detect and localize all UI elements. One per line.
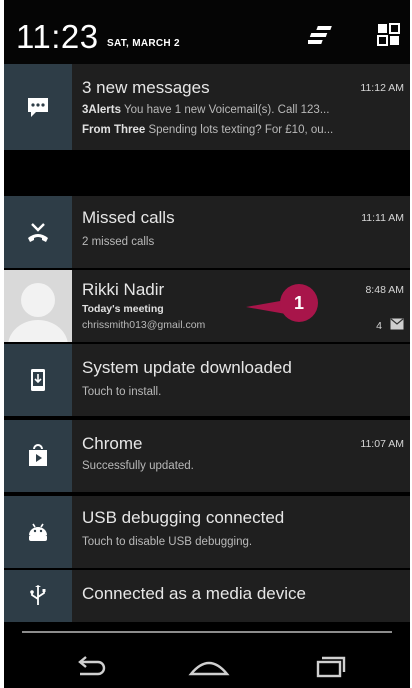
icon-panel <box>4 496 72 568</box>
notification-title: Missed calls <box>82 208 175 227</box>
notification-time: 11:07 AM <box>360 438 404 450</box>
message-text: You have 1 new Voicemail(s). Call 123... <box>124 104 330 116</box>
notification-time: 11:12 AM <box>360 82 404 94</box>
notification-title: Chrome <box>82 434 143 453</box>
back-button[interactable] <box>68 652 114 682</box>
email-account: chrissmith013@gmail.com <box>82 319 206 331</box>
mail-icon <box>390 318 404 330</box>
message-text: Spending lots texting? For £10, ou... <box>148 124 334 136</box>
clock: 11:23 <box>16 18 99 55</box>
status-bar: 11:23 SAT, MARCH 2 <box>4 0 410 64</box>
system-update-icon <box>31 369 45 391</box>
notification-subtitle: 2 missed calls <box>82 236 155 248</box>
quick-settings-icon <box>377 23 400 46</box>
message-sender: From Three <box>82 124 146 136</box>
chat-icon <box>28 98 48 117</box>
person-avatar-icon <box>4 270 72 342</box>
message-line: 3Alerts You have 1 new Voicemail(s). Cal… <box>82 104 404 116</box>
notification-time: 8:48 AM <box>365 284 404 296</box>
callout-badge: 1 <box>280 284 318 322</box>
icon-panel <box>4 570 72 622</box>
home-button[interactable] <box>186 652 232 682</box>
icon-panel <box>4 196 72 268</box>
notification-time: 11:11 AM <box>361 212 404 224</box>
notification-media-device[interactable]: Connected as a media device <box>4 570 410 622</box>
home-icon <box>188 661 230 676</box>
notification-title: USB debugging connected <box>82 508 285 527</box>
play-store-icon <box>29 444 47 466</box>
navigation-bar <box>4 646 410 688</box>
date: SAT, MARCH 2 <box>107 38 180 49</box>
usb-icon <box>30 585 46 605</box>
notification-usb-debugging[interactable]: USB debugging connected Touch to disable… <box>4 496 410 568</box>
icon-panel <box>4 420 72 492</box>
notification-chrome[interactable]: Chrome 11:07 AM Successfully updated. <box>4 420 410 492</box>
clear-all-button[interactable] <box>303 20 338 50</box>
notification-subtitle: Touch to disable USB debugging. <box>82 536 253 548</box>
recent-apps-button[interactable] <box>306 652 352 682</box>
notification-title: System update downloaded <box>82 358 292 377</box>
back-icon <box>78 656 106 676</box>
notification-title: Rikki Nadir <box>82 280 165 299</box>
email-subject: Today's meeting <box>82 303 164 315</box>
notification-shade: 11:23 SAT, MARCH 2 3 new messages 11:12 … <box>4 0 410 688</box>
contact-avatar <box>4 270 72 342</box>
notification-subtitle: Touch to install. <box>82 386 162 398</box>
notification-title: 3 new messages <box>82 78 210 97</box>
notification-missed-calls[interactable]: Missed calls 11:11 AM 2 missed calls <box>4 196 410 268</box>
android-icon <box>29 523 47 541</box>
icon-panel <box>4 344 72 416</box>
missed-call-icon <box>28 223 48 242</box>
clear-all-icon <box>303 26 332 44</box>
notification-title: Connected as a media device <box>82 584 306 603</box>
email-count: 4 <box>376 320 382 332</box>
notification-subtitle: Successfully updated. <box>82 460 194 472</box>
quick-settings-button[interactable] <box>374 20 404 50</box>
message-sender: 3Alerts <box>82 104 121 116</box>
shade-drag-handle[interactable] <box>22 631 392 633</box>
message-line: From Three Spending lots texting? For £1… <box>82 124 404 136</box>
notification-email[interactable]: Rikki Nadir 8:48 AM Today's meeting chri… <box>4 270 410 342</box>
recent-apps-icon <box>316 656 346 678</box>
notification-system-update[interactable]: System update downloaded Touch to instal… <box>4 344 410 416</box>
notification-messages[interactable]: 3 new messages 11:12 AM 3Alerts You have… <box>4 64 410 150</box>
icon-panel <box>4 64 72 150</box>
